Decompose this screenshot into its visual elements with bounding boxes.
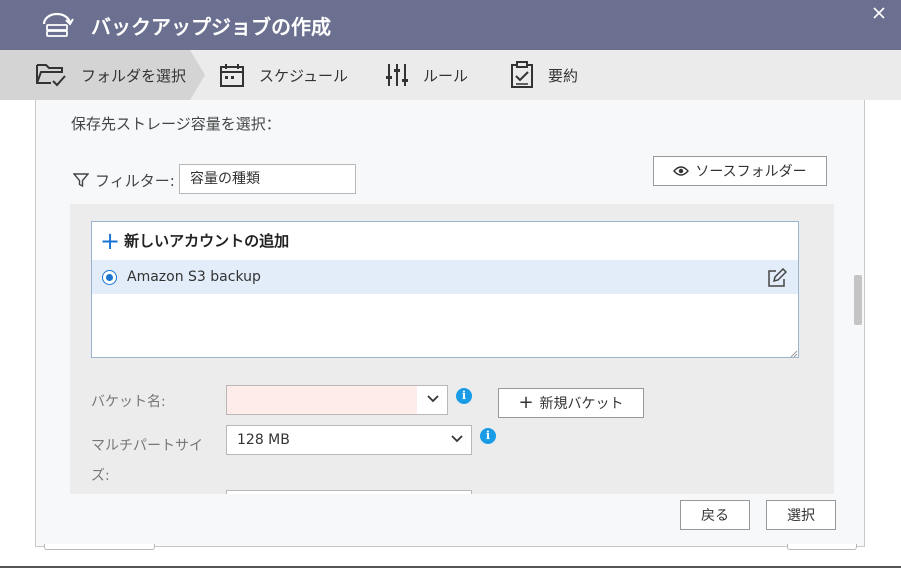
- filter-input[interactable]: 容量の種類: [179, 164, 356, 194]
- multipart-value: 128 MB: [237, 432, 290, 448]
- step-summary[interactable]: 要約: [510, 50, 578, 100]
- back-button[interactable]: 戻る: [680, 500, 750, 530]
- source-folder-button[interactable]: ソースフォルダー: [653, 156, 827, 186]
- step-label: 要約: [548, 66, 579, 85]
- window-title: バックアップジョブの作成: [91, 15, 331, 39]
- new-bucket-button[interactable]: + 新規バケット: [498, 388, 644, 418]
- step-schedule[interactable]: スケジュール: [219, 50, 348, 100]
- source-folder-label: ソースフォルダー: [695, 164, 807, 180]
- select-button[interactable]: 選択: [766, 500, 836, 530]
- filter-label: フィルター:: [95, 172, 175, 190]
- edit-icon[interactable]: [767, 268, 787, 288]
- underlying-window-edge: [787, 544, 857, 550]
- step-select-folder[interactable]: フォルダを選択: [35, 50, 186, 100]
- account-radio[interactable]: [102, 270, 117, 285]
- account-label: Amazon S3 backup: [127, 269, 261, 285]
- info-icon[interactable]: i: [456, 388, 472, 404]
- sliders-icon: [386, 64, 408, 86]
- add-account-label: 新しいアカウントの追加: [124, 232, 290, 250]
- close-icon[interactable]: [870, 4, 888, 22]
- screen-divider: [0, 566, 901, 568]
- chevron-down-icon: [451, 435, 463, 443]
- resize-grip-icon[interactable]: [790, 350, 798, 358]
- add-account-button[interactable]: + 新しいアカウントの追加: [100, 226, 290, 255]
- scrollbar-thumb[interactable]: [854, 275, 862, 325]
- step-label: フォルダを選択: [81, 66, 187, 85]
- folder-check-icon: [36, 64, 66, 87]
- multipart-label: マルチパートサイズ:: [91, 438, 203, 484]
- bucket-select[interactable]: [226, 385, 448, 415]
- clipboard-icon: [511, 61, 533, 88]
- chevron-down-icon: [427, 395, 439, 403]
- multipart-size-select[interactable]: 128 MB: [226, 425, 472, 455]
- underlying-window-edge: [44, 544, 155, 550]
- info-icon[interactable]: i: [480, 428, 496, 444]
- new-bucket-label: 新規バケット: [539, 396, 624, 412]
- step-rules[interactable]: ルール: [385, 50, 468, 100]
- step-label: スケジュール: [259, 66, 348, 85]
- filter-icon: [73, 173, 89, 188]
- bucket-label: バケット名:: [91, 394, 166, 410]
- section-label: 保存先ストレージ容量を選択：: [71, 115, 281, 133]
- step-label: ルール: [423, 66, 469, 85]
- plus-icon: +: [518, 392, 534, 413]
- backup-logo-icon: [42, 12, 74, 37]
- calendar-icon: [220, 64, 244, 87]
- eye-icon: [673, 166, 690, 176]
- plus-icon: +: [100, 226, 121, 255]
